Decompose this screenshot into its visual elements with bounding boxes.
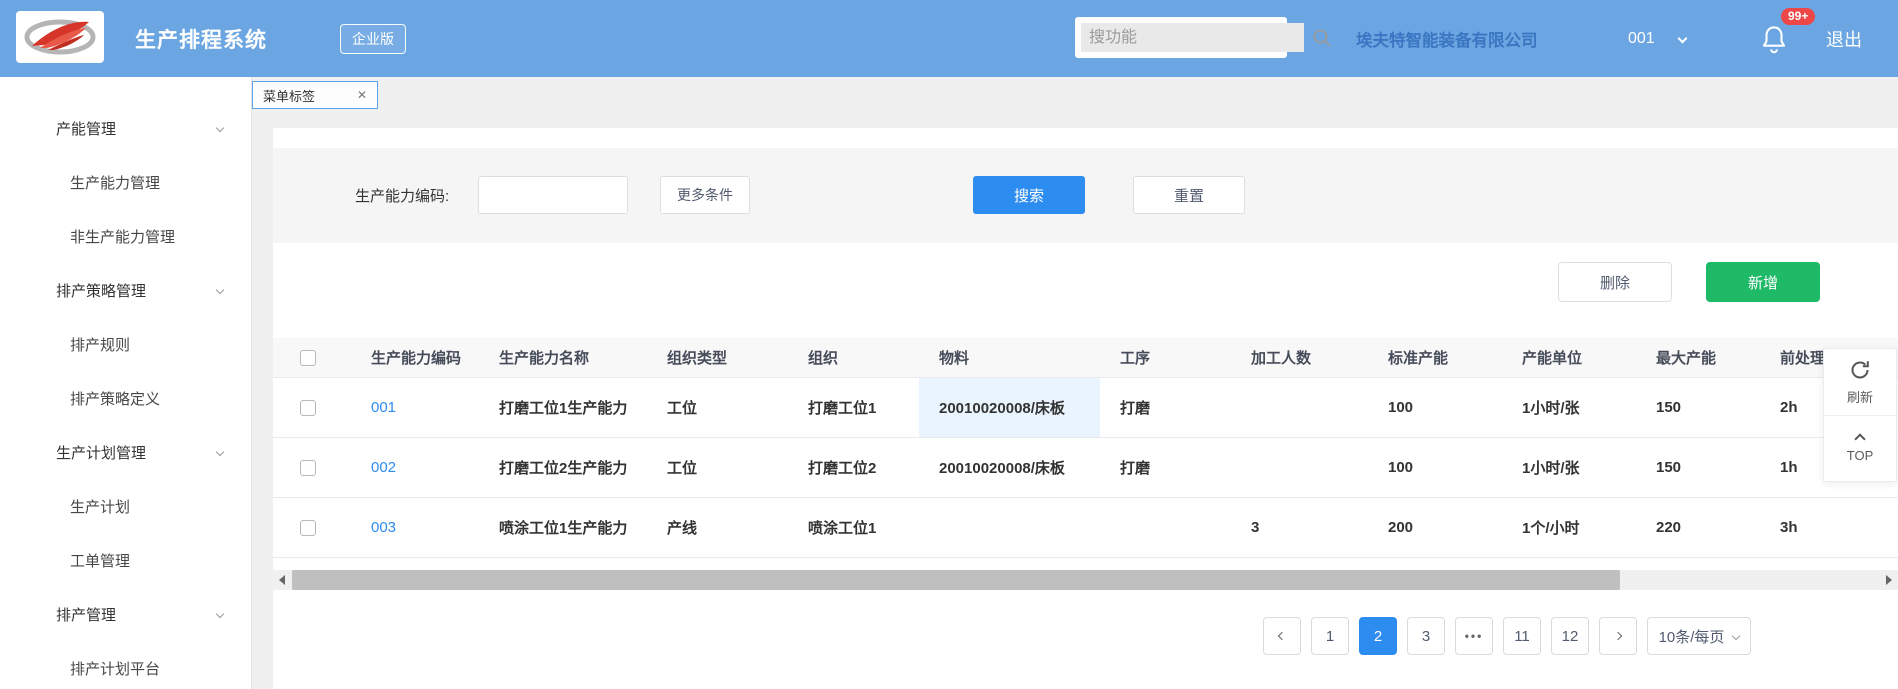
col-workers: 加工人数 [1231, 338, 1368, 377]
sidebar-group-scheduling-strategy[interactable]: 排产策略管理 [0, 263, 251, 317]
scrollbar-thumb[interactable] [292, 570, 1620, 590]
col-capacity-code: 生产能力编码 [351, 338, 479, 377]
chevron-down-icon [216, 124, 224, 132]
row-checkbox[interactable] [300, 400, 316, 416]
reset-button[interactable]: 重置 [1133, 176, 1245, 214]
function-search-input[interactable] [1081, 23, 1304, 52]
chevron-left-icon [1278, 632, 1286, 640]
sidebar-item-strategy-definition[interactable]: 排产策略定义 [0, 371, 251, 425]
chevron-down-icon [1732, 632, 1740, 640]
row-checkbox[interactable] [300, 520, 316, 536]
edition-badge: 企业版 [340, 24, 406, 54]
search-icon[interactable] [1312, 28, 1332, 48]
col-org: 组织 [788, 338, 919, 377]
close-icon[interactable]: ✕ [357, 89, 367, 101]
refresh-button[interactable]: 刷新 [1824, 349, 1896, 415]
page-size-select[interactable]: 10条/每页 [1647, 617, 1751, 655]
table-row: 001 打磨工位1生产能力 工位 打磨工位1 20010020008/床板 打磨… [273, 378, 1898, 438]
chevron-down-icon [1677, 34, 1687, 44]
main-content: 菜单标签 ✕ 生产能力编码: 更多条件 搜索 重置 删除 新增 生产能力编码 生… [252, 77, 1898, 689]
sidebar-group-capacity-mgmt[interactable]: 产能管理 [0, 101, 251, 155]
chevron-down-icon [216, 286, 224, 294]
page-button[interactable]: 1 [1311, 617, 1349, 655]
back-to-top-button[interactable]: TOP [1824, 415, 1896, 481]
float-toolbar: 刷新 TOP [1823, 348, 1897, 482]
sidebar-item-production-plan[interactable]: 生产计划 [0, 479, 251, 533]
select-all-checkbox[interactable] [300, 350, 316, 366]
capacity-code-link[interactable]: 003 [351, 498, 479, 557]
page-button[interactable]: 11 [1503, 617, 1541, 655]
sidebar-item-non-production-capacity[interactable]: 非生产能力管理 [0, 209, 251, 263]
notification-count-badge: 99+ [1781, 8, 1815, 25]
chevron-down-icon [216, 610, 224, 618]
pagination: 1 2 3 ••• 11 12 10条/每页 [1263, 617, 1751, 655]
capacity-code-link[interactable]: 002 [351, 438, 479, 497]
logout-button[interactable]: 退出 [1826, 0, 1862, 77]
row-checkbox[interactable] [300, 460, 316, 476]
col-process: 工序 [1100, 338, 1231, 377]
page-button-active[interactable]: 2 [1359, 617, 1397, 655]
more-conditions-button[interactable]: 更多条件 [660, 176, 750, 214]
sidebar-item-work-order-mgmt[interactable]: 工单管理 [0, 533, 251, 587]
col-standard-capacity: 标准产能 [1368, 338, 1502, 377]
capacity-table: 生产能力编码 生产能力名称 组织类型 组织 物料 工序 加工人数 标准产能 产能… [273, 338, 1898, 558]
user-id: 001 [1628, 30, 1655, 48]
sidebar-item-scheduling-rules[interactable]: 排产规则 [0, 317, 251, 371]
notification-bell-button[interactable] [1760, 24, 1790, 56]
capacity-code-label: 生产能力编码: [355, 178, 449, 216]
sidebar-item-production-capacity[interactable]: 生产能力管理 [0, 155, 251, 209]
refresh-icon [1848, 358, 1872, 382]
col-max-capacity: 最大产能 [1636, 338, 1760, 377]
tab-menu-label[interactable]: 菜单标签 ✕ [252, 81, 378, 109]
chevron-right-icon [1614, 632, 1622, 640]
function-search-box [1075, 17, 1287, 58]
table-row: 003 喷涂工位1生产能力 产线 喷涂工位1 3 200 1个/小时 220 3… [273, 498, 1898, 558]
col-material: 物料 [919, 338, 1100, 377]
capacity-panel: 生产能力编码: 更多条件 搜索 重置 删除 新增 生产能力编码 生产能力名称 组… [273, 128, 1898, 689]
sidebar-group-production-plan-mgmt[interactable]: 生产计划管理 [0, 425, 251, 479]
sidebar-group-scheduling-mgmt[interactable]: 排产管理 [0, 587, 251, 641]
scroll-left-arrow[interactable] [273, 570, 291, 590]
horizontal-scrollbar [273, 570, 1898, 590]
sidebar-item-scheduling-plan-platform[interactable]: 排产计划平台 [0, 641, 251, 689]
page-ellipsis-button[interactable]: ••• [1455, 617, 1493, 655]
user-dropdown[interactable]: 001 [1628, 0, 1686, 77]
app-header: 生产排程系统 企业版 埃夫特智能装备有限公司 001 99+ 退出 [0, 0, 1898, 77]
delete-button[interactable]: 删除 [1558, 262, 1672, 302]
table-row: 002 打磨工位2生产能力 工位 打磨工位2 20010020008/床板 打磨… [273, 438, 1898, 498]
prev-page-button[interactable] [1263, 617, 1301, 655]
scroll-right-arrow[interactable] [1880, 570, 1898, 590]
chevron-down-icon [216, 448, 224, 456]
sidebar-nav: 产能管理 生产能力管理 非生产能力管理 排产策略管理 排产规则 排产策略定义 生… [0, 77, 252, 689]
col-org-type: 组织类型 [647, 338, 788, 377]
bell-icon [1760, 24, 1788, 54]
company-logo [16, 11, 104, 63]
search-button[interactable]: 搜索 [973, 176, 1085, 214]
capacity-code-link[interactable]: 001 [351, 378, 479, 437]
company-name: 埃夫特智能装备有限公司 [1356, 0, 1538, 77]
page-button[interactable]: 12 [1551, 617, 1589, 655]
chevron-up-icon [1854, 433, 1865, 444]
next-page-button[interactable] [1599, 617, 1637, 655]
table-header-row: 生产能力编码 生产能力名称 组织类型 组织 物料 工序 加工人数 标准产能 产能… [273, 338, 1898, 378]
wing-logo-icon [22, 16, 98, 58]
add-button[interactable]: 新增 [1706, 262, 1820, 302]
capacity-code-input[interactable] [478, 176, 628, 214]
app-title: 生产排程系统 [135, 0, 267, 77]
filter-bar: 生产能力编码: 更多条件 搜索 重置 [273, 148, 1898, 243]
col-capacity-name: 生产能力名称 [479, 338, 647, 377]
material-cell-highlighted: 20010020008/床板 [919, 378, 1100, 437]
page-button[interactable]: 3 [1407, 617, 1445, 655]
col-capacity-unit: 产能单位 [1502, 338, 1636, 377]
